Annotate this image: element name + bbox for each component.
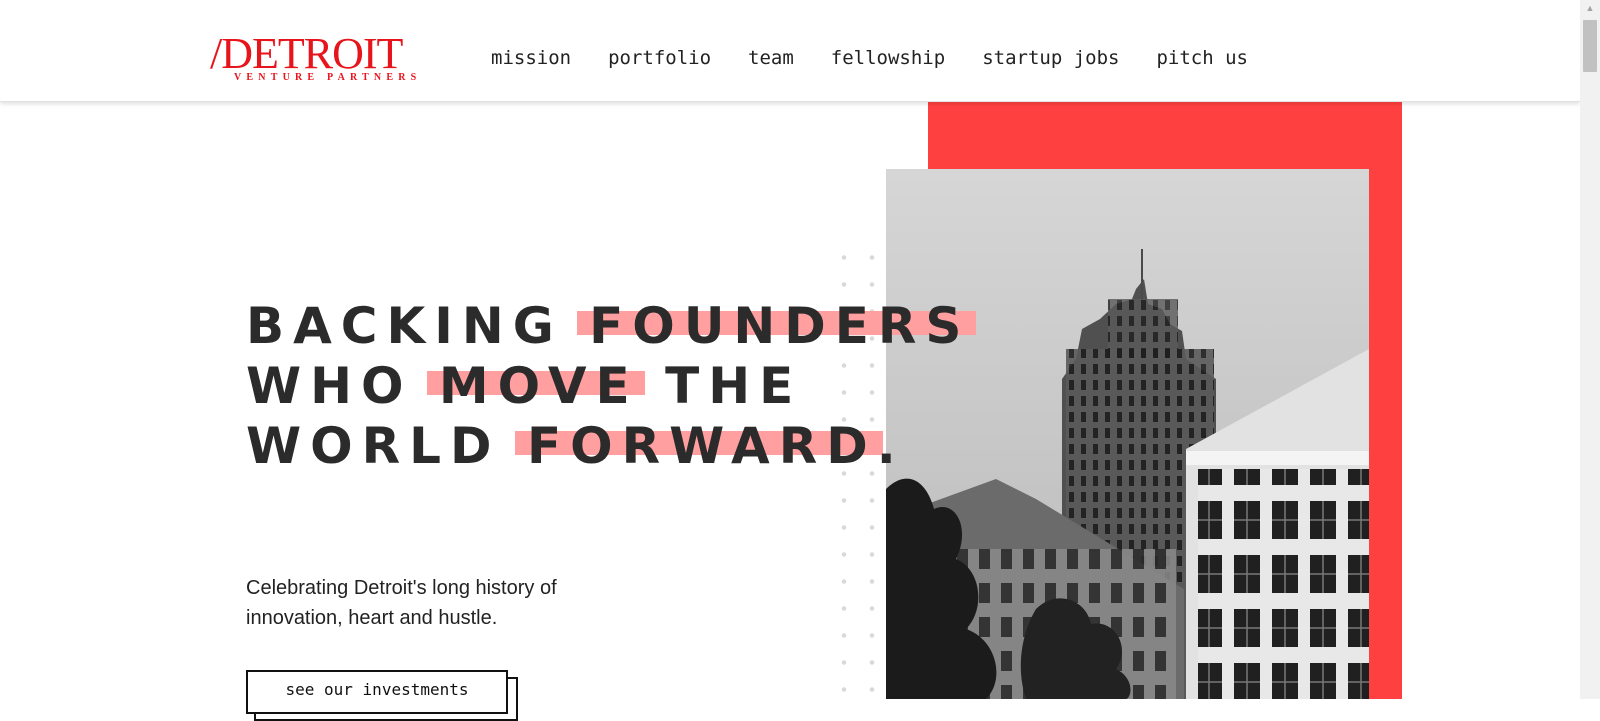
- highlight-founders: FOUNDERS: [577, 296, 977, 356]
- headline-period: .: [876, 417, 905, 475]
- logo-wordmark: /DETROIT: [210, 29, 403, 78]
- nav-item-mission[interactable]: mission: [491, 46, 571, 70]
- nav-item-startup-jobs[interactable]: startup jobs: [982, 46, 1119, 70]
- main-nav: mission portfolio team fellowship startu…: [491, 46, 1285, 70]
- headline-word-backing: BACKING: [246, 297, 590, 355]
- highlight-forward: FORWARD: [514, 416, 883, 476]
- headline-word-who: WHO: [246, 357, 439, 415]
- scroll-up-icon[interactable]: ▲: [1580, 0, 1600, 17]
- logo-tagline: VENTURE PARTNERS: [234, 72, 422, 83]
- nav-item-fellowship[interactable]: fellowship: [831, 46, 945, 70]
- vertical-scrollbar[interactable]: ▲: [1580, 0, 1600, 699]
- see-investments-button[interactable]: see our investments: [246, 670, 508, 714]
- headline-word-founders: FOUNDERS: [589, 297, 971, 355]
- hero-headline: BACKING FOUNDERS WHO MOVE THE WORLD FORW…: [246, 296, 977, 476]
- headline-line-1: BACKING FOUNDERS: [246, 296, 977, 356]
- scrollbar-thumb[interactable]: [1583, 20, 1597, 72]
- headline-line-2: WHO MOVE THE: [246, 356, 970, 416]
- headline-word-the: THE: [638, 357, 803, 415]
- headline-word-move: MOVE: [438, 357, 639, 415]
- headline-word-world: WORLD: [246, 417, 527, 475]
- highlight-move: MOVE: [426, 356, 645, 416]
- nav-item-pitch-us[interactable]: pitch us: [1156, 46, 1248, 70]
- headline-line-3: WORLD FORWARD.: [246, 416, 970, 476]
- nav-item-portfolio[interactable]: portfolio: [608, 46, 711, 70]
- nav-item-team[interactable]: team: [748, 46, 794, 70]
- headline-word-forward: FORWARD: [526, 417, 877, 475]
- detroit-venture-partners-logo[interactable]: /DETROIT VENTURE PARTNERS: [210, 29, 440, 86]
- site-header: /DETROIT VENTURE PARTNERS mission portfo…: [0, 0, 1580, 102]
- hero-subtitle: Celebrating Detroit's long history of in…: [246, 577, 557, 629]
